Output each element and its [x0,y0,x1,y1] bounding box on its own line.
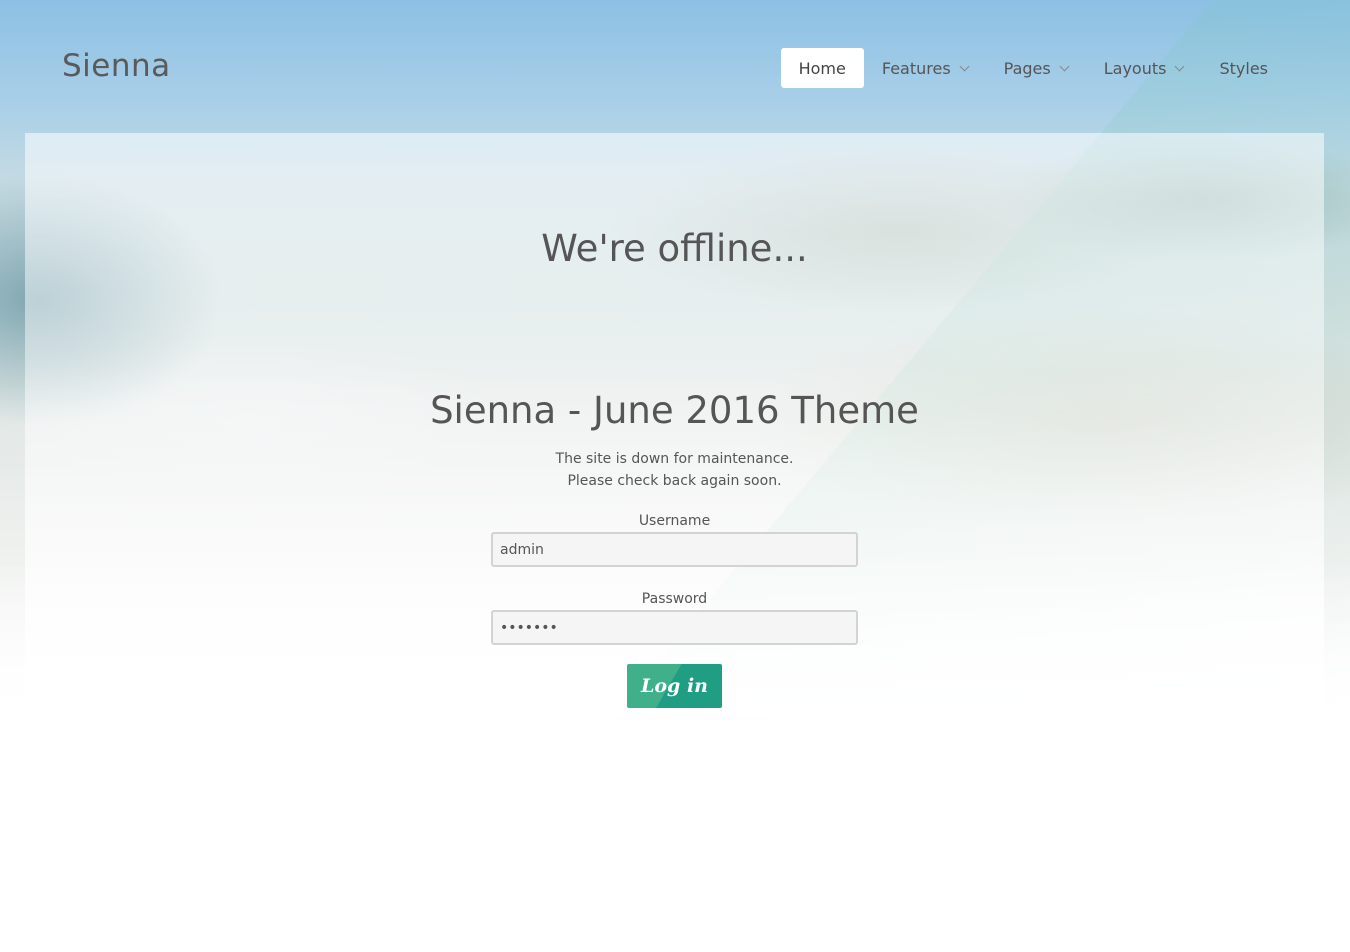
main-nav: Home Features Pages Layouts Styles [780,48,1286,88]
nav-item-label: Layouts [1103,58,1167,78]
offline-message-line: The site is down for maintenance. [555,451,794,467]
offline-message: The site is down for maintenance. Please… [25,448,1324,492]
page: Sienna Home Features Pages Layouts Style… [0,0,1350,952]
password-input[interactable] [491,610,858,645]
username-input[interactable] [491,532,858,567]
nav-item-label: Features [881,58,951,78]
username-label: Username [638,513,711,529]
login-button[interactable]: Log in [627,664,722,708]
offline-title: We're offline... [541,227,808,270]
nav-item-pages[interactable]: Pages [986,48,1086,88]
chevron-down-icon [1175,61,1185,71]
offline-panel: We're offline... Sienna - June 2016 Them… [25,133,1324,718]
password-label: Password [641,591,708,607]
site-header: Sienna Home Features Pages Layouts Style… [0,0,1350,133]
chevron-down-icon [1059,61,1070,71]
nav-item-label: Home [798,58,846,78]
site-title: Sienna - June 2016 Theme [430,389,919,432]
form-spacer [491,567,858,589]
nav-item-layouts[interactable]: Layouts [1086,48,1202,88]
offline-message-line: Please check back again soon. [567,473,782,489]
nav-item-label: Styles [1219,58,1268,78]
site-brand[interactable]: Sienna [62,48,171,84]
nav-item-home[interactable]: Home [780,48,864,88]
chevron-down-icon [959,61,970,71]
nav-item-label: Pages [1003,58,1051,78]
login-button-wrap: Log in [491,664,858,708]
nav-item-styles[interactable]: Styles [1201,48,1286,88]
nav-item-features[interactable]: Features [864,48,986,88]
login-form: Username Password Log in [491,511,858,708]
